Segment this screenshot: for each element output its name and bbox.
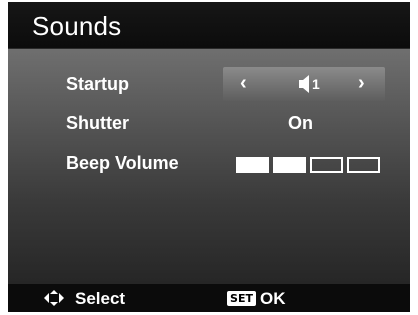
setting-row-beep-volume[interactable]: Beep Volume <box>8 146 410 180</box>
volume-segment <box>347 157 380 173</box>
setting-label-beep-volume: Beep Volume <box>66 153 179 173</box>
setting-label-startup: Startup <box>66 74 129 94</box>
volume-segment <box>310 157 343 173</box>
beep-volume-level-bar <box>236 157 380 173</box>
setting-label-shutter: Shutter <box>66 113 129 133</box>
page-title: Sounds <box>32 11 122 41</box>
volume-segment <box>273 157 306 173</box>
select-hint-label: Select <box>75 289 126 308</box>
title-bar: Sounds <box>8 2 410 49</box>
chevron-left-icon[interactable]: ‹ <box>240 72 247 95</box>
setting-row-shutter[interactable]: Shutter On <box>8 106 410 140</box>
startup-sound-number: 1 <box>312 76 320 92</box>
volume-segment <box>236 157 269 173</box>
set-button-badge: SET <box>227 291 256 306</box>
startup-sound-selector[interactable]: ‹ 1 › <box>223 67 385 101</box>
shutter-sound-value: On <box>288 113 313 133</box>
chevron-right-icon[interactable]: › <box>358 72 365 95</box>
setting-row-startup[interactable]: Startup ‹ 1 › <box>8 67 410 101</box>
button-guide-bar: Select SET OK <box>8 284 410 312</box>
settings-menu: Startup ‹ 1 › Shutter On Beep Volume <box>8 49 410 284</box>
ok-hint-label: OK <box>260 289 286 308</box>
speaker-icon <box>299 75 309 93</box>
camera-screen: Sounds Startup ‹ 1 › Shutter On Beep Vol… <box>8 2 410 312</box>
dpad-icon <box>44 290 64 306</box>
